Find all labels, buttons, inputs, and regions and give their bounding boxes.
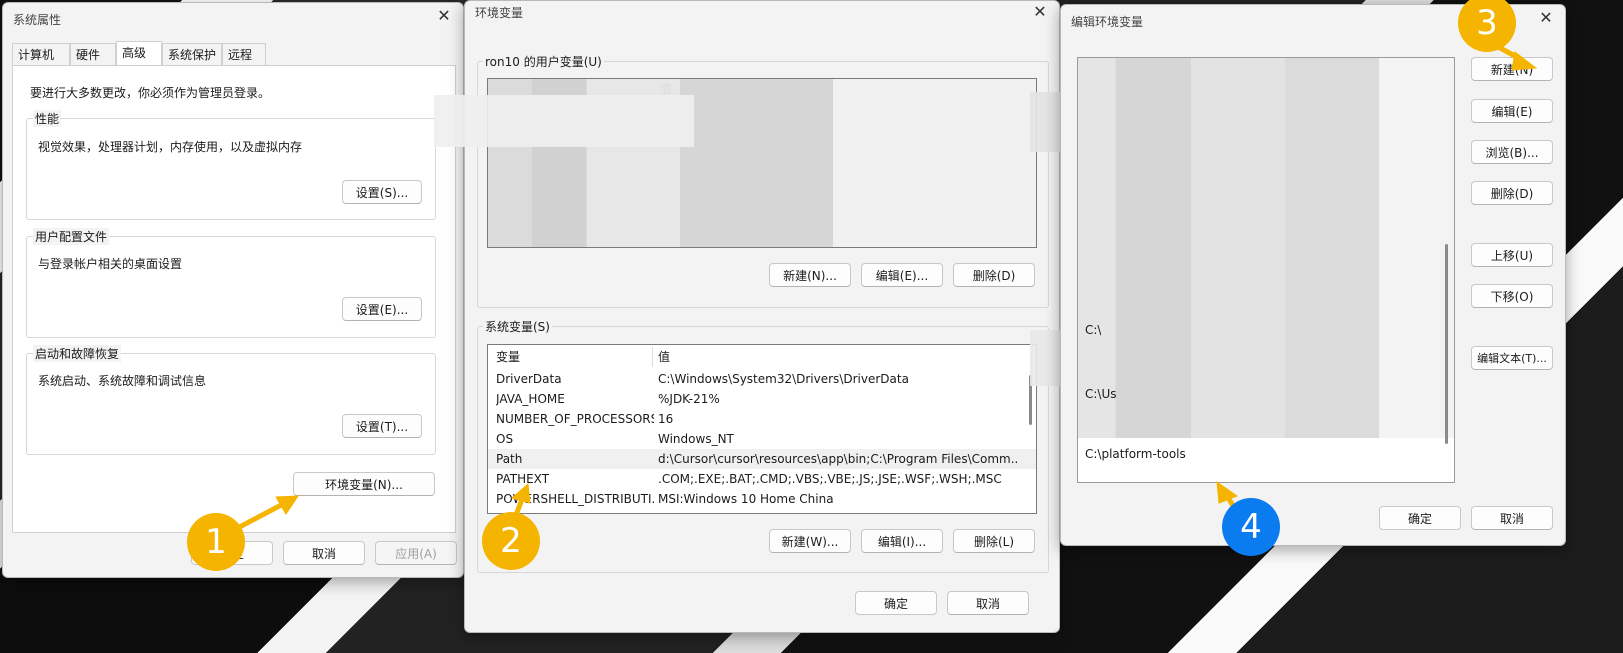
cancel-button[interactable]: 取消 (947, 591, 1029, 615)
list-item-selected[interactable]: C:\platform-tools (1078, 444, 1454, 464)
variable-name: Path (496, 452, 523, 466)
tab-hardware[interactable]: 硬件 (70, 43, 116, 65)
variable-value: C:\Windows\System32\Drivers\DriverData (658, 372, 909, 386)
startup-recovery-settings-button[interactable]: 设置(T)... (342, 414, 422, 438)
column-divider (652, 347, 653, 367)
variable-name: OS (496, 432, 514, 446)
tab-remote[interactable]: 远程 (222, 43, 266, 65)
tab-computer-name[interactable]: 计算机名 (12, 43, 70, 84)
scrollbar[interactable] (1445, 244, 1448, 444)
step-marker-2: 2 (482, 512, 540, 570)
step-marker-4: 4 (1222, 498, 1280, 556)
variable-value: %JDK-21% (658, 392, 720, 406)
tab-advanced[interactable]: 高级 (116, 41, 162, 65)
edit-button[interactable]: 编辑(E) (1471, 99, 1553, 123)
startup-recovery-label: 启动和故障恢复 (33, 345, 122, 362)
redacted-area (1078, 58, 1454, 438)
user-variables-label: ron10 的用户变量(U) (483, 53, 604, 70)
table-row[interactable]: PATHEXT .COM;.EXE;.BAT;.CMD;.VBS;.VBE;.JS… (488, 469, 1036, 489)
variable-name: PATHEXT (496, 472, 550, 486)
tab-system-protection[interactable]: 系统保护 (162, 43, 222, 65)
cancel-button[interactable]: 取消 (1471, 506, 1553, 530)
variable-value: Windows_NT (658, 432, 734, 446)
column-header-value[interactable]: 值 (658, 347, 670, 367)
path-entry: C:\Us (1085, 387, 1117, 401)
step-marker-1: 1 (187, 513, 245, 571)
system-edit-button[interactable]: 编辑(I)... (861, 529, 943, 553)
system-delete-button[interactable]: 删除(L) (953, 529, 1035, 553)
table-row-selected[interactable]: Path d:\Cursor\cursor\resources\app\bin;C… (488, 449, 1036, 469)
browse-button[interactable]: 浏览(B)... (1471, 140, 1553, 164)
ok-button[interactable]: 确定 (855, 591, 937, 615)
table-row[interactable]: JAVA_HOME %JDK-21% (488, 389, 1036, 409)
system-new-button[interactable]: 新建(W)... (769, 529, 851, 553)
user-new-button[interactable]: 新建(N)... (769, 263, 851, 287)
variable-name: DriverData (496, 372, 562, 386)
window-title: 系统属性 (13, 13, 62, 27)
edit-environment-variable-window: 编辑环境变量 ✕ C:\ C:\Us C:\platform-tools 新建(… (1060, 4, 1566, 546)
column-header-variable[interactable]: 变量 (496, 347, 520, 367)
admin-note: 要进行大多数更改，你必须作为管理员登录。 (30, 86, 271, 100)
table-row[interactable]: OS Windows_NT (488, 429, 1036, 449)
variable-name: NUMBER_OF_PROCESSORS (496, 412, 654, 426)
variable-value: MSI:Windows 10 Home China (658, 492, 834, 506)
list-item[interactable]: C:\Us (1078, 384, 1454, 404)
move-down-button[interactable]: 下移(O) (1471, 284, 1553, 308)
close-icon[interactable]: ✕ (1537, 9, 1555, 27)
edit-text-button[interactable]: 编辑文本(T)... (1471, 346, 1553, 370)
ok-button[interactable]: 确定 (1379, 506, 1461, 530)
user-profiles-group (26, 236, 436, 338)
window-title: 环境变量 (475, 6, 524, 20)
variable-value: d:\Cursor\cursor\resources\app\bin;C:\Pr… (658, 452, 1018, 466)
user-profiles-settings-button[interactable]: 设置(E)... (342, 297, 422, 321)
user-profiles-label: 用户配置文件 (33, 228, 110, 245)
table-row[interactable]: POWERSHELL_DISTRIBUTI... MSI:Windows 10 H… (488, 489, 1036, 509)
variable-value: 16 (658, 412, 674, 426)
variable-name: POWERSHELL_DISTRIBUTI... (496, 492, 654, 506)
list-item[interactable]: C:\ (1078, 320, 1454, 340)
new-button[interactable]: 新建(N) (1471, 57, 1553, 81)
user-edit-button[interactable]: 编辑(E)... (861, 263, 943, 287)
system-variables-label: 系统变量(S) (483, 318, 552, 335)
cancel-button[interactable]: 取消 (283, 541, 365, 565)
startup-recovery-description: 系统启动、系统故障和调试信息 (38, 374, 207, 388)
user-delete-button[interactable]: 删除(D) (953, 263, 1035, 287)
path-entries-list[interactable]: C:\ C:\Us C:\platform-tools (1077, 57, 1455, 483)
advanced-tab-panel: 要进行大多数更改，你必须作为管理员登录。 性能 视觉效果，处理器计划，内存使用，… (12, 65, 456, 533)
table-row[interactable]: NUMBER_OF_PROCESSORS 16 (488, 409, 1036, 429)
delete-button[interactable]: 删除(D) (1471, 181, 1553, 205)
window-title: 编辑环境变量 (1071, 15, 1144, 29)
system-properties-window: 系统属性 ✕ 计算机名 硬件 高级 系统保护 远程 要进行大多数更改，你必须作为… (2, 2, 464, 578)
move-up-button[interactable]: 上移(U) (1471, 243, 1553, 267)
user-profiles-description: 与登录帐户相关的桌面设置 (38, 257, 183, 271)
performance-description: 视觉效果，处理器计划，内存使用，以及虚拟内存 (38, 140, 303, 154)
path-entry: C:\ (1085, 323, 1102, 337)
variable-value: .COM;.EXE;.BAT;.CMD;.VBS;.VBE;.JS;.JSE;.… (658, 472, 1002, 486)
apply-button[interactable]: 应用(A) (375, 541, 457, 565)
environment-variables-button[interactable]: 环境变量(N)... (293, 472, 435, 496)
system-variables-list[interactable]: 变量 值 DriverData C:\Windows\System32\Drive… (487, 344, 1037, 514)
startup-recovery-group (26, 353, 436, 455)
table-row[interactable]: DriverData C:\Windows\System32\Drivers\Dr… (488, 369, 1036, 389)
performance-settings-button[interactable]: 设置(S)... (342, 180, 422, 204)
close-icon[interactable]: ✕ (1031, 3, 1049, 21)
close-icon[interactable]: ✕ (435, 7, 453, 25)
variable-name: JAVA_HOME (496, 392, 565, 406)
redacted-area (434, 95, 694, 147)
performance-label: 性能 (33, 110, 62, 127)
path-entry: C:\platform-tools (1085, 447, 1186, 461)
system-list-header: 变量 值 (488, 347, 1036, 367)
